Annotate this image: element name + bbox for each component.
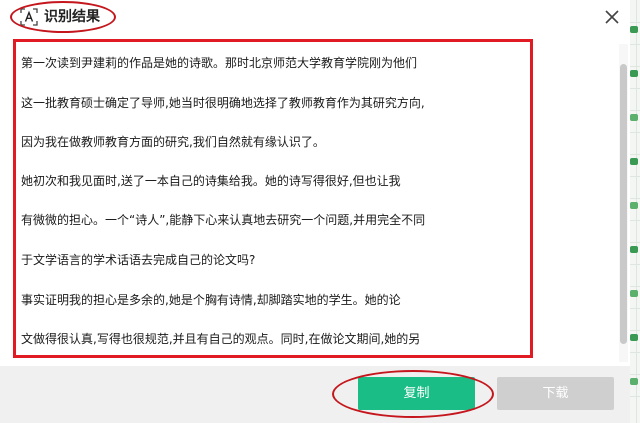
recognized-text-box[interactable]: 第一次读到尹建莉的作品是她的诗歌。那时北京师范大学教育学院刚为他们 这一批教育硕…	[13, 39, 533, 358]
text-line: 于文学语言的学术话语去完成自己的论文吗?	[21, 253, 256, 267]
background-cell-mark	[630, 290, 638, 297]
scrollbar-thumb[interactable]	[620, 64, 627, 344]
text-line: 这一批教育硕士确定了导师,她当时很明确地选择了教师教育作为其研究方向,	[21, 96, 425, 110]
text-line: 有微微的担心。一个“诗人”,能静下心来认真地去研究一个问题,并用完全不同	[21, 213, 426, 227]
vertical-scrollbar[interactable]	[619, 44, 628, 362]
background-cell-mark	[630, 202, 638, 209]
dialog-titlebar: 识别结果	[0, 0, 630, 34]
text-line: 因为我在做教师教育方面的研究,我们自然就有缘认识了。	[21, 135, 325, 149]
title-highlight-annotation	[10, 1, 116, 33]
text-line: 事实证明我的担心是多余的,她是个胸有诗情,却脚踏实地的学生。她的论	[21, 293, 401, 307]
text-line: 文做得很认真,写得也很规范,并且有自己的观点。同时,在做论文期间,她的另	[21, 332, 421, 346]
close-button[interactable]	[600, 5, 624, 29]
close-icon	[600, 10, 624, 33]
background-cell-mark	[630, 26, 638, 33]
background-cell-mark	[630, 378, 638, 385]
download-button[interactable]: 下载	[497, 377, 614, 410]
copy-button[interactable]: 复制	[358, 377, 475, 410]
background-cell-mark	[630, 114, 638, 121]
recognition-result-dialog: 识别结果 第一次读到尹建莉的作品是她的诗歌。那时北京师范大学教育学院刚为他们 这…	[0, 0, 630, 423]
dialog-footer: 复制 下载	[0, 366, 630, 423]
background-grid-line	[636, 0, 637, 423]
background-cell-mark	[630, 158, 638, 165]
text-line: 第一次读到尹建莉的作品是她的诗歌。那时北京师范大学教育学院刚为他们	[21, 56, 418, 70]
background-cell-mark	[630, 70, 638, 77]
screen: 识别结果 第一次读到尹建莉的作品是她的诗歌。那时北京师范大学教育学院刚为他们 这…	[0, 0, 640, 423]
background-cell-mark	[630, 246, 638, 253]
text-line: 她初次和我见面时,送了一本自己的诗集给我。她的诗写得很好,但也让我	[21, 174, 401, 188]
background-cell-mark	[630, 334, 638, 341]
